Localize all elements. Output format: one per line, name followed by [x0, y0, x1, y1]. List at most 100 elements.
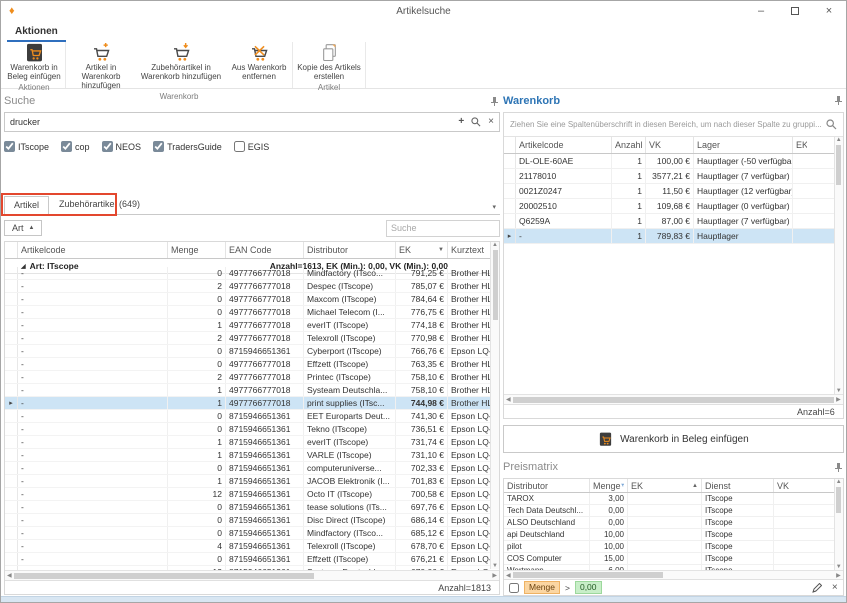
filter-icon[interactable] — [621, 482, 624, 489]
pin-icon[interactable] — [489, 96, 500, 107]
col-ek[interactable]: EK — [793, 137, 807, 153]
scrollbar-thumb[interactable] — [513, 397, 835, 403]
col-vk[interactable]: VK — [774, 479, 807, 492]
filter-field-chip[interactable]: Menge — [524, 581, 560, 594]
table-row[interactable]: - 4 8715946651361 Telexroll (ITscope) 67… — [5, 540, 490, 553]
col-distributor[interactable]: Distributor — [304, 242, 396, 258]
table-row[interactable]: Q6259A 1 87,00 € Hauptlager (7 verfügbar… — [504, 214, 834, 229]
clear-filter-icon[interactable]: × — [832, 582, 838, 593]
warenkorb-in-beleg-einfuegen-action-button[interactable]: Warenkorb in Beleg einfügen — [503, 425, 844, 453]
aus-warenkorb-entfernen-button[interactable]: Aus Warenkorb entfernen — [227, 42, 291, 82]
vertical-scrollbar[interactable]: ▲ ▼ — [490, 242, 499, 569]
scrollbar-thumb[interactable] — [836, 145, 841, 185]
scroll-up-icon[interactable]: ▲ — [836, 137, 842, 143]
minimize-button[interactable]: – — [744, 1, 778, 21]
table-row[interactable]: - 0 8715946651361 Mindfactory (ITsco... … — [5, 527, 490, 540]
table-row[interactable]: - 0 8715946651361 EET Europarts Deut... … — [5, 410, 490, 423]
table-row[interactable]: 20002510 1 109,68 € Hauptlager (0 verfüg… — [504, 199, 834, 214]
filter-enabled-checkbox[interactable] — [509, 583, 519, 593]
col-artikelcode[interactable]: Artikelcode — [516, 137, 612, 153]
table-row[interactable]: - 0 8715946651361 computeruniverse... 70… — [5, 462, 490, 475]
table-row[interactable]: api Deutschland 10,00 ITscope — [504, 529, 834, 541]
pin-icon[interactable] — [833, 95, 844, 106]
table-row[interactable]: DL-OLE-60AE 1 100,00 € Hauptlager (-50 v… — [504, 154, 834, 169]
table-row[interactable]: - 2 4977766777018 Telexroll (ITscope) 77… — [5, 332, 490, 345]
table-row[interactable]: - 0 8715946651361 Cyberport (ITscope) 76… — [5, 345, 490, 358]
scrollbar-thumb[interactable] — [836, 487, 841, 513]
scroll-left-icon[interactable]: ◀ — [7, 572, 12, 579]
table-row[interactable]: - 0 8715946651361 Effzett (ITscope) 676,… — [5, 553, 490, 566]
warenkorb-in-beleg-einfuegen-button[interactable]: Warenkorb in Beleg einfügen — [4, 42, 64, 82]
table-row[interactable]: - 2 4977766777018 Printec (ITscope) 758,… — [5, 371, 490, 384]
table-row[interactable]: - 12 8715946651361 Systeam Deutschla... … — [5, 566, 490, 570]
kopie-des-artikels-button[interactable]: Kopie des Artikels erstellen — [294, 42, 364, 82]
col-dienst[interactable]: Dienst — [702, 479, 774, 492]
scrollbar-thumb[interactable] — [493, 250, 498, 320]
table-row[interactable]: - 0 4977766777018 Mindfactory (ITsco... … — [5, 267, 490, 280]
filter-operator[interactable]: > — [565, 583, 570, 593]
artikel-in-warenkorb-button[interactable]: Artikel in Warenkorb hinzufügen — [67, 42, 135, 91]
horizontal-scrollbar[interactable]: ◀ ▶ — [504, 394, 843, 404]
search-icon[interactable] — [471, 117, 481, 127]
col-vk[interactable]: VK — [646, 137, 694, 153]
col-menge[interactable]: Menge — [168, 242, 226, 258]
search-icon[interactable] — [826, 119, 837, 130]
table-row[interactable]: - 0 4977766777018 Effzett (ITscope) 763,… — [5, 358, 490, 371]
col-menge[interactable]: Menge — [590, 479, 628, 492]
pin-icon[interactable] — [833, 462, 844, 473]
scroll-right-icon[interactable]: ▶ — [492, 572, 497, 579]
close-button[interactable]: × — [812, 1, 846, 21]
source-checkbox[interactable]: EGIS — [234, 141, 270, 152]
col-ean-code[interactable]: EAN Code — [226, 242, 304, 258]
source-checkbox-input[interactable] — [234, 141, 245, 152]
vertical-scrollbar[interactable]: ▲ ▼ — [834, 479, 843, 570]
source-checkbox-input[interactable] — [153, 141, 164, 152]
scroll-left-icon[interactable]: ◀ — [506, 572, 511, 579]
col-ek[interactable]: EK▼ — [396, 242, 448, 258]
table-row[interactable]: COS Computer 15,00 ITscope — [504, 553, 834, 565]
scroll-up-icon[interactable]: ▲ — [836, 479, 842, 485]
tab-zubehoerartikel[interactable]: Zubehörartikel (649) — [49, 195, 150, 214]
scroll-right-icon[interactable]: ▶ — [836, 572, 841, 579]
source-checkbox-input[interactable] — [4, 141, 15, 152]
table-row[interactable]: - 0 4977766777018 Michael Telecom (I... … — [5, 306, 490, 319]
source-checkbox[interactable]: ITscope — [4, 141, 49, 152]
vertical-scrollbar[interactable]: ▲ ▼ — [834, 137, 843, 394]
scrollbar-thumb[interactable] — [14, 573, 314, 579]
col-kurztext[interactable]: Kurztext — [448, 242, 490, 258]
table-row[interactable]: - 0 8715946651361 Disc Direct (ITscope) … — [5, 514, 490, 527]
table-row[interactable]: - 1 4977766777018 print supplies (ITsc..… — [5, 397, 490, 410]
table-row[interactable]: - 0 8715946651361 Tekno (ITscope) 736,51… — [5, 423, 490, 436]
table-row[interactable]: - 1 8715946651361 everIT (ITscope) 731,7… — [5, 436, 490, 449]
grid-search-input[interactable] — [386, 220, 500, 237]
table-row[interactable]: - 0 4977766777018 Maxcom (ITscope) 784,6… — [5, 293, 490, 306]
col-lager[interactable]: Lager — [694, 137, 793, 153]
scroll-up-icon[interactable]: ▲ — [492, 242, 498, 248]
scroll-left-icon[interactable]: ◀ — [506, 396, 511, 403]
edit-filter-icon[interactable] — [812, 583, 822, 593]
source-checkbox[interactable]: TradersGuide — [153, 141, 222, 152]
table-row[interactable]: - 1 789,83 € Hauptlager — [504, 229, 834, 244]
table-row[interactable]: Tech Data Deutschl... 0,00 ITscope — [504, 505, 834, 517]
table-row[interactable]: 21178010 1 3577,21 € Hauptlager (7 verfü… — [504, 169, 834, 184]
search-input[interactable] — [10, 117, 458, 127]
col-anzahl[interactable]: Anzahl — [612, 137, 646, 153]
ribbon-tab-aktionen[interactable]: Aktionen — [7, 24, 66, 42]
source-checkbox[interactable]: cop — [61, 141, 90, 152]
horizontal-scrollbar[interactable]: ◀ ▶ — [5, 570, 499, 580]
table-row[interactable]: TAROX 3,00 ITscope — [504, 493, 834, 505]
scrollbar-thumb[interactable] — [513, 572, 663, 578]
table-row[interactable]: - 0 8715946651361 tease solutions (ITs..… — [5, 501, 490, 514]
col-ek[interactable]: EK▲ — [628, 479, 702, 492]
table-row[interactable]: - 1 8715946651361 VARLE (ITscope) 731,10… — [5, 449, 490, 462]
maximize-button[interactable] — [778, 1, 812, 21]
source-checkbox-input[interactable] — [102, 141, 113, 152]
source-checkbox[interactable]: NEOS — [102, 141, 142, 152]
table-row[interactable]: - 2 4977766777018 Despec (ITscope) 785,0… — [5, 280, 490, 293]
filter-value-chip[interactable]: 0,00 — [575, 581, 602, 594]
table-row[interactable]: pilot 10,00 ITscope — [504, 541, 834, 553]
add-criteria-icon[interactable]: + — [458, 117, 464, 127]
table-row[interactable]: ALSO Deutschland 0,00 ITscope — [504, 517, 834, 529]
table-row[interactable]: - 12 8715946651361 Octo IT (ITscope) 700… — [5, 488, 490, 501]
col-artikelcode[interactable]: Artikelcode — [18, 242, 168, 258]
